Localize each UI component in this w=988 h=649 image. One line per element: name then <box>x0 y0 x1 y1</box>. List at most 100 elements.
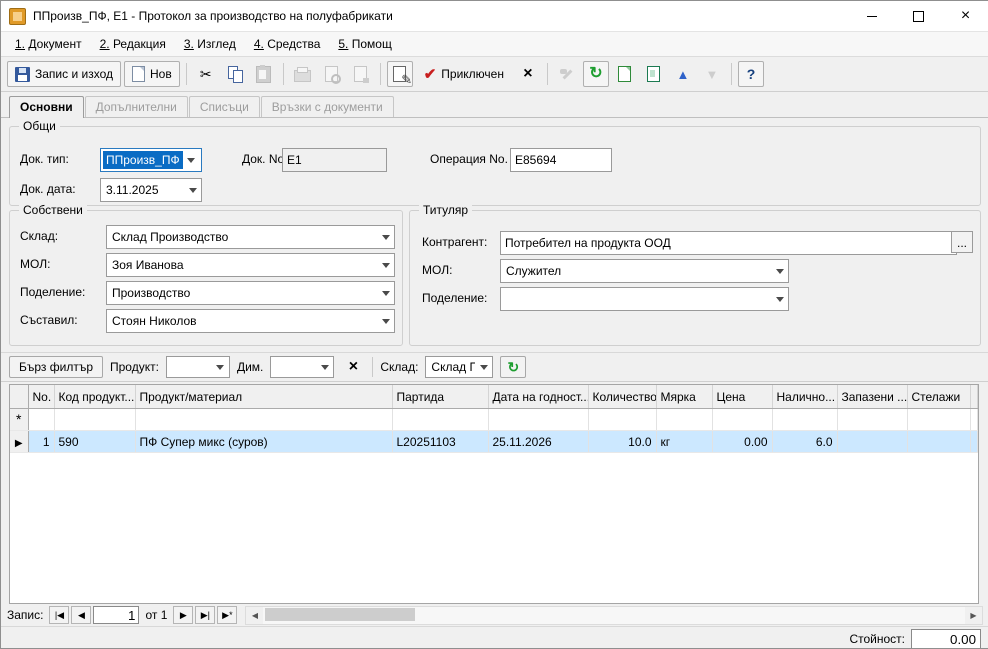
cell[interactable] <box>907 409 970 431</box>
cell-unit[interactable]: кг <box>656 431 712 453</box>
previous-record-button[interactable]: ◀ <box>71 606 91 624</box>
holder-mol-combo[interactable]: Служител <box>500 259 789 283</box>
move-down-button[interactable]: ▼ <box>699 61 725 87</box>
total-value-field[interactable] <box>911 629 981 649</box>
cell[interactable] <box>837 409 907 431</box>
cell-product[interactable]: ПФ Супер микс (суров) <box>135 431 392 453</box>
minimize-button[interactable] <box>848 1 895 31</box>
own-group-title: Собствени <box>19 203 87 217</box>
composer-combo[interactable]: Стоян Николов <box>106 309 395 333</box>
cell-quantity[interactable]: 10.0 <box>588 431 656 453</box>
scrollbar-track[interactable] <box>263 607 965 624</box>
cell[interactable] <box>54 409 135 431</box>
save-exit-button[interactable]: Запис и изход <box>7 61 121 87</box>
cell-no[interactable]: 1 <box>28 431 54 453</box>
cell-reserved[interactable] <box>837 431 907 453</box>
filter-refresh-button[interactable]: ↻ <box>500 356 526 378</box>
doc-no-field[interactable]: Е1 <box>282 148 387 172</box>
own-mol-combo[interactable]: Зоя Иванова <box>106 253 395 277</box>
cell-batch[interactable]: L20251103 <box>392 431 488 453</box>
column-header-product-code[interactable]: Код продукт... <box>54 385 135 409</box>
grid-corner-cell[interactable] <box>10 385 28 409</box>
maximize-button[interactable] <box>895 1 942 31</box>
column-header-no[interactable]: No. <box>28 385 54 409</box>
menu-view[interactable]: 3. Изглед <box>175 34 245 54</box>
cell[interactable] <box>772 409 837 431</box>
next-record-button[interactable]: ▶ <box>173 606 193 624</box>
cell[interactable] <box>28 409 54 431</box>
cancel-completion-button[interactable]: × <box>515 61 541 87</box>
menu-tools[interactable]: 4. Средства <box>245 34 330 54</box>
help-button[interactable]: ? <box>738 61 764 87</box>
column-header-product[interactable]: Продукт/материал <box>135 385 392 409</box>
last-record-button[interactable]: ▶| <box>195 606 215 624</box>
cell-available[interactable]: 6.0 <box>772 431 837 453</box>
paste-button[interactable] <box>251 61 277 87</box>
operation-no-field[interactable]: Е85694 <box>510 148 612 172</box>
cell-price[interactable]: 0.00 <box>712 431 772 453</box>
export-button[interactable] <box>348 61 374 87</box>
tab-additional[interactable]: Допълнителни <box>85 96 188 118</box>
column-header-price[interactable]: Цена <box>712 385 772 409</box>
doc-type-combo[interactable]: ППроизв_ПФ <box>100 148 202 172</box>
column-header-quantity[interactable]: Количество <box>588 385 656 409</box>
column-header-batch[interactable]: Партида <box>392 385 488 409</box>
scroll-left-button[interactable]: ◀ <box>246 607 263 624</box>
horizontal-scrollbar[interactable]: ◀ ▶ <box>245 606 983 625</box>
own-division-combo[interactable]: Производство <box>106 281 395 305</box>
tab-document-links[interactable]: Връзки с документи <box>261 96 394 118</box>
scrollbar-thumb[interactable] <box>265 608 415 621</box>
column-header-reserved[interactable]: Запазени ... <box>837 385 907 409</box>
tab-main[interactable]: Основни <box>9 96 84 118</box>
dim-filter-combo[interactable] <box>270 356 334 378</box>
menu-document[interactable]: 1. Документ <box>6 34 91 54</box>
new-button[interactable]: Нов <box>124 61 180 87</box>
scroll-right-button[interactable]: ▶ <box>965 607 982 624</box>
warehouse-combo[interactable]: Склад Производство <box>106 225 395 249</box>
first-record-button[interactable]: |◀ <box>49 606 69 624</box>
close-button[interactable]: × <box>942 1 988 31</box>
print-button[interactable] <box>290 61 316 87</box>
cell-expiry[interactable]: 25.11.2026 <box>488 431 588 453</box>
contractor-browse-button[interactable]: ... <box>951 231 973 253</box>
completed-button[interactable]: ✔ Приключен <box>416 61 512 87</box>
cell-product-code[interactable]: 590 <box>54 431 135 453</box>
cell-shelves[interactable] <box>907 431 970 453</box>
product-filter-combo[interactable] <box>166 356 230 378</box>
document-copy-button[interactable] <box>612 61 638 87</box>
copy-button[interactable] <box>222 61 248 87</box>
cell[interactable] <box>588 409 656 431</box>
cut-button[interactable]: ✂ <box>193 61 219 87</box>
column-header-expiry[interactable]: Дата на годност... <box>488 385 588 409</box>
quick-filter-button[interactable]: Бърз филтър <box>9 356 103 378</box>
cell[interactable] <box>488 409 588 431</box>
cell[interactable] <box>656 409 712 431</box>
print-preview-button[interactable] <box>319 61 345 87</box>
new-record-button[interactable]: ▶* <box>217 606 237 624</box>
cell[interactable] <box>135 409 392 431</box>
warehouse-filter-combo[interactable]: Склад Пр <box>425 356 493 378</box>
new-row-selector[interactable]: * <box>10 409 28 431</box>
column-header-shelves[interactable]: Стелажи <box>907 385 970 409</box>
clear-filter-button[interactable]: × <box>341 356 365 378</box>
move-up-button[interactable]: ▲ <box>670 61 696 87</box>
tab-lists[interactable]: Списъци <box>189 96 260 118</box>
menu-edit[interactable]: 2. Редакция <box>91 34 175 54</box>
grid-new-row[interactable]: * <box>10 409 978 431</box>
cell[interactable] <box>712 409 772 431</box>
grid-row[interactable]: ▶ 1 590 ПФ Супер микс (суров) L20251103 … <box>10 431 978 453</box>
doc-date-combo[interactable]: 3.11.2025 <box>100 178 202 202</box>
refresh-button[interactable]: ↻ <box>583 61 609 87</box>
tools-button[interactable] <box>554 61 580 87</box>
contractor-field[interactable]: Потребител на продукта ООД <box>500 231 957 255</box>
column-header-unit[interactable]: Мярка <box>656 385 712 409</box>
export-icon <box>354 66 367 82</box>
record-position-input[interactable] <box>93 606 139 624</box>
holder-division-combo[interactable] <box>500 287 789 311</box>
column-header-available[interactable]: Налично... <box>772 385 837 409</box>
current-row-selector[interactable]: ▶ <box>10 431 28 453</box>
document-paste-button[interactable] <box>641 61 667 87</box>
menu-help[interactable]: 5. Помощ <box>329 34 400 54</box>
cell[interactable] <box>392 409 488 431</box>
edit-button[interactable]: ✎ <box>387 61 413 87</box>
